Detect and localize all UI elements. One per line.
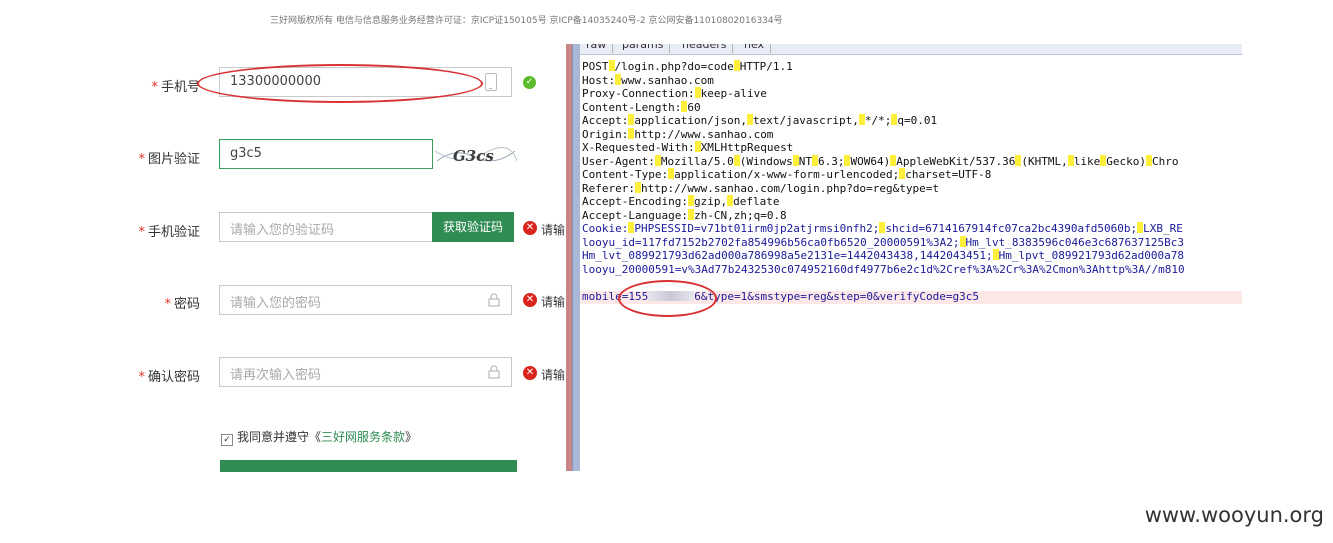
raw-request-text: POST/login.php?do=code HTTP/1.1 Host: www.s… [582,60,1185,276]
sms-code-error: 请输 [541,223,566,237]
request-line: User-Agent: Mozilla/5.0 (Windows NT 6.3; WOW6… [582,154,1179,168]
mobile-icon [485,73,497,91]
request-line: Host: www.sanhao.com [582,73,714,87]
sms-code-input[interactable]: 请输入您的验证码 [219,212,433,242]
image-captcha-value: g3c5 [230,146,262,161]
tab-bar: raw params headers hex [580,44,1242,55]
agreement: ✓ 我同意并遵守《三好网服务条款》 [221,428,417,446]
error-icon: ✕ [523,293,537,307]
request-line: Accept-Language: zh-CN,zh;q=0.8 [582,208,787,222]
request-line: Proxy-Connection: keep-alive [582,87,767,100]
password-placeholder: 请输入您的密码 [230,296,322,311]
error-icon: ✕ [523,221,537,235]
check-icon: ✓ [523,76,536,89]
image-captcha-label: * 图片验证 [138,152,200,167]
phone-label: * 手机号 [151,80,200,95]
tab-headers[interactable]: headers [676,44,734,53]
lock-icon [488,365,500,379]
get-code-button[interactable]: 获取验证码 [432,212,514,242]
request-line: looyu_id=117fd7152b2702fa854996b56ca0fb6… [582,235,1185,249]
password-label: * 密码 [164,297,200,312]
agree-checkbox[interactable]: ✓ [221,434,233,446]
request-line: Referer: http://www.sanhao.com/login.php?… [582,181,939,195]
red-annotation-circle [197,64,483,103]
request-line: Hm_lvt_089921793d62ad000a786998a5e2131e=… [582,249,1185,262]
image-captcha-input[interactable]: g3c5 [219,139,433,169]
request-line: POST/login.php?do=code HTTP/1.1 [582,60,793,73]
request-line: Content-Type: application/x-www-form-urle… [582,168,992,181]
password-input[interactable]: 请输入您的密码 [219,285,512,315]
red-annotation-circle [618,280,717,317]
terms-link[interactable]: 三好网服务条款 [321,430,405,444]
confirm-password-input[interactable]: 请再次输入密码 [219,357,512,387]
confirm-password-error: 请输 [541,368,566,382]
sms-code-placeholder: 请输入您的验证码 [230,223,335,238]
confirm-password-label: * 确认密码 [138,370,200,385]
password-error: 请输 [541,295,566,309]
sms-code-label: * 手机验证 [138,225,200,240]
lock-icon [488,293,500,307]
tab-hex[interactable]: hex [738,44,772,53]
request-line: Cookie: PHPSESSID=v71bt01irm0jp2atjrmsi0n… [582,222,1183,235]
register-button[interactable] [220,460,517,472]
request-line: Content-Length: 60 [582,100,701,114]
scrollbar[interactable] [572,44,580,471]
tab-raw[interactable]: raw [580,44,614,53]
tab-params[interactable]: params [616,44,671,53]
watermark: www.wooyun.org [1144,503,1324,527]
copyright-note: 三好网版权所有 电信与信息服务业务经营许可证：京ICP证150105号 京ICP… [270,16,783,26]
request-line: X-Requested-With: XMLHttpRequest [582,141,794,154]
confirm-password-placeholder: 请再次输入密码 [230,368,322,383]
captcha-image[interactable]: G3cs [435,139,517,171]
error-icon: ✕ [523,366,537,380]
captcha-text: G3cs [453,147,494,165]
request-pane: raw params headers hex POST/login.php?do… [580,44,1242,471]
request-line: looyu_20000591=v%3Ad77b2432530c074952160… [582,262,1185,276]
request-line: Accept-Encoding: gzip, deflate [582,195,780,208]
request-line: Accept: application/json, text/javascript,… [582,114,938,127]
request-line: Origin: http://www.sanhao.com [582,127,774,141]
